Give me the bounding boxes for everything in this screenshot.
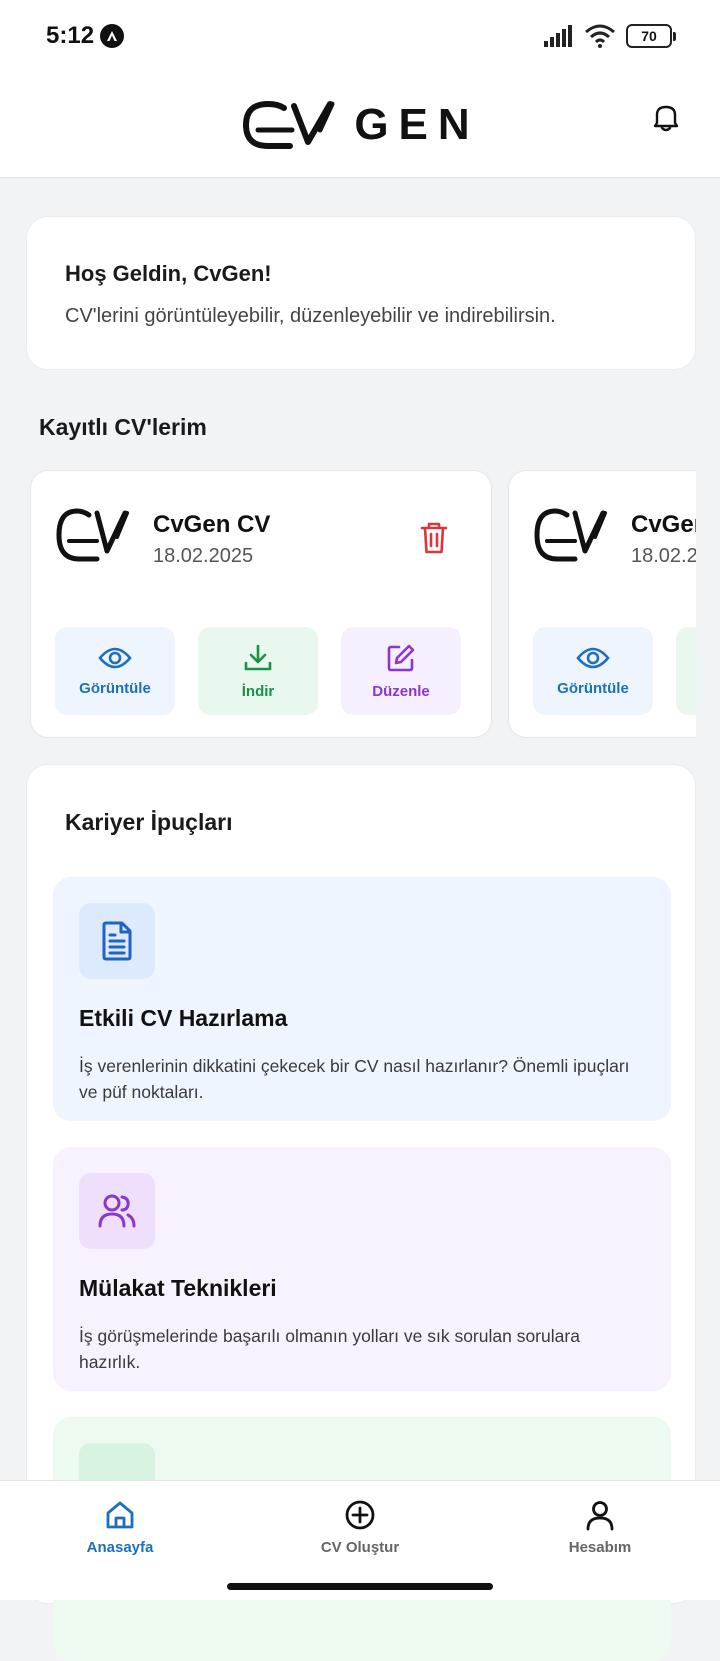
eye-icon [98,647,132,668]
tip-title: Mülakat Teknikleri [79,1275,277,1301]
trash-icon [420,522,448,554]
cv-logo-mark [243,100,335,149]
nav-account[interactable]: Hesabım [520,1499,680,1556]
cvgen-logo: GEN [240,98,479,152]
bell-icon [653,105,679,132]
tip-text: İş görüşmelerinde başarılı olmanın yolla… [79,1326,580,1372]
battery-level: 70 [641,28,657,44]
signal-icon [544,25,572,47]
edit-label: Düzenle [372,682,430,700]
status-bar: 5:12 70 [0,0,720,72]
tip-icon-box [79,1173,155,1249]
app-header: GEN [0,72,720,178]
download-cv-button[interactable]: İndir [198,627,318,715]
plus-circle-icon [345,1500,375,1530]
wifi-icon [585,24,615,48]
career-tips-card: Kariyer İpuçları Etkili CV Hazırlama İş … [26,764,696,1661]
download-label: İndir [241,682,275,700]
view-label: Görüntüle [79,679,151,697]
bottom-navigation: Anasayfa CV Oluştur Hesabım [0,1480,720,1600]
tip-text: İş verenlerinin dikkatini çekecek bir CV… [79,1056,630,1102]
nav-create-label: CV Oluştur [320,1539,400,1556]
document-icon [102,921,132,961]
cv-thumbnail-icon [56,508,129,562]
home-indicator [227,1583,493,1590]
nav-home-label: Anasayfa [86,1539,154,1556]
user-icon [586,1501,614,1531]
tip-card-cv[interactable]: Etkili CV Hazırlama İş verenlerinin dikk… [53,877,671,1121]
welcome-card: Hoş Geldin, CvGen! CV'lerini görüntüleye… [26,216,696,370]
nav-home[interactable]: Anasayfa [40,1499,200,1556]
home-icon [106,1501,134,1529]
status-time-text: 5:12 [46,22,95,49]
tip-card-interview[interactable]: Mülakat Teknikleri İş görüşmelerinde baş… [53,1147,671,1391]
tip-title: Etkili CV Hazırlama [79,1005,288,1031]
tip-icon-box [79,903,155,979]
notifications-button[interactable] [652,102,680,137]
view-label: Görüntüle [557,679,629,697]
notification-a-icon [100,24,125,48]
saved-cvs-carousel[interactable]: CvGen CV 18.02.2025 Görüntüle İndir Düze… [30,470,696,740]
cv-name: CvGen CV [631,511,696,538]
nav-create-cv[interactable]: CV Oluştur [280,1499,440,1556]
view-cv-button[interactable]: Görüntüle [55,627,175,715]
cv-date: 18.02.2025 [153,545,254,567]
download-cv-button[interactable] [676,627,696,715]
status-icons: 70 [542,24,676,48]
download-icon [244,644,272,670]
view-cv-button[interactable]: Görüntüle [533,627,653,715]
delete-cv-button[interactable] [419,521,449,560]
nav-account-label: Hesabım [568,1539,632,1556]
cv-thumbnail-icon [534,508,607,562]
status-time: 5:12 [46,22,125,50]
cv-card[interactable]: CvGen CV 18.02.2025 Görüntüle İndir Düze… [30,470,492,738]
welcome-title: Hoş Geldin, CvGen! [65,261,272,286]
logo-text: GEN [354,99,480,149]
edit-cv-button[interactable]: Düzenle [341,627,461,715]
eye-icon [576,647,610,668]
cv-name: CvGen CV [153,511,271,538]
edit-icon [387,644,415,671]
cv-card[interactable]: CvGen CV 18.02.2025 Görüntüle [508,470,696,738]
cv-date: 18.02.2025 [631,545,696,567]
saved-cvs-title: Kayıtlı CV'lerim [39,414,207,440]
career-tips-title: Kariyer İpuçları [65,809,233,835]
welcome-text: CV'lerini görüntüleyebilir, düzenleyebil… [65,305,556,327]
battery-indicator: 70 [626,24,676,48]
users-icon [98,1194,136,1228]
